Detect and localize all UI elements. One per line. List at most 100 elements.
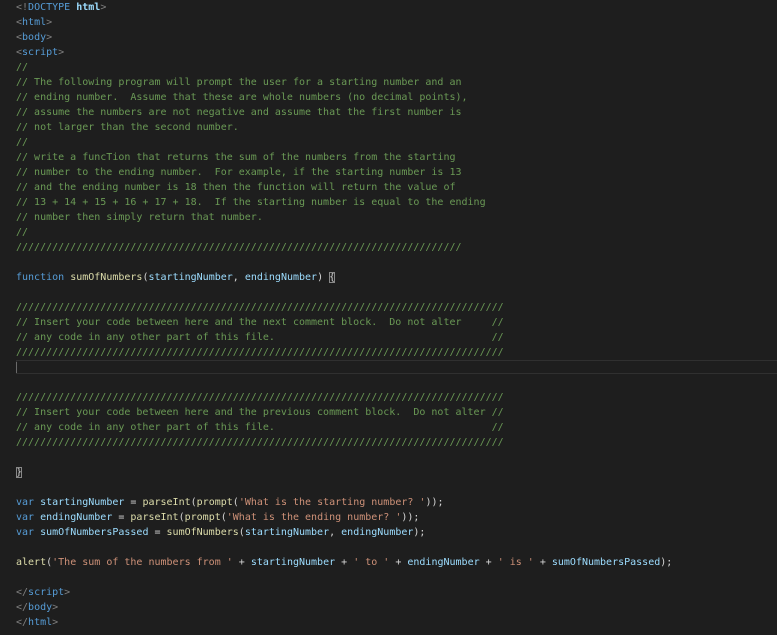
comment-token: // any code in any other part of this fi… [16,332,504,343]
code-line[interactable]: // [16,60,672,75]
comment-token: // any code in any other part of this fi… [16,422,504,433]
punctuation-token: </ [16,587,29,598]
code-line[interactable]: // 13 + 14 + 15 + 16 + 17 + 18. If the s… [16,195,672,210]
comment-token: // [16,227,29,238]
comment-token: ////////////////////////////////////////… [16,437,504,448]
code-token: ) [317,272,330,283]
punctuation-token: </ [16,617,29,628]
code-token: = [124,497,143,508]
variable-token: sumOfNumbersPassed [40,527,149,538]
code-line[interactable] [16,480,672,495]
code-line[interactable]: var sumOfNumbersPassed = sumOfNumbers(st… [16,525,672,540]
code-line[interactable]: </script> [16,585,672,600]
code-line[interactable]: <html> [16,15,672,30]
variable-token: startingNumber [148,272,233,283]
variable-token: endingNumber [341,527,414,538]
code-line[interactable]: // any code in any other part of this fi… [16,330,672,345]
code-line[interactable]: </body> [16,600,672,615]
comment-token: // Insert your code between here and the… [16,407,504,418]
code-token: + [479,557,498,568]
code-token: + [533,557,552,568]
code-line[interactable]: ////////////////////////////////////////… [16,240,672,255]
html-tag-token: html [22,17,47,28]
code-line[interactable]: <script> [16,45,672,60]
keyword-token: function [16,272,65,283]
comment-token: // [16,62,29,73]
html-tag-token: html [28,617,53,628]
code-token: = [112,512,131,523]
comment-token: // not larger than the second number. [16,122,239,133]
function-name-token: prompt [184,512,221,523]
keyword-token: var [16,497,35,508]
code-line[interactable]: // assume the numbers are not negative a… [16,105,672,120]
punctuation-token: > [52,617,59,628]
comment-token: // 13 + 14 + 15 + 16 + 17 + 18. If the s… [16,197,486,208]
code-line[interactable]: // any code in any other part of this fi… [16,420,672,435]
variable-token: startingNumber [250,557,336,568]
code-line[interactable]: alert('The sum of the numbers from ' + s… [16,555,672,570]
code-token: + [335,557,354,568]
code-line[interactable]: ////////////////////////////////////////… [16,390,672,405]
code-line[interactable]: ////////////////////////////////////////… [16,345,672,360]
code-line[interactable] [16,540,672,555]
comment-token: // The following program will prompt the… [16,77,462,88]
punctuation-token: > [46,17,53,28]
code-line[interactable]: // ending number. Assume that these are … [16,90,672,105]
code-line[interactable]: // Insert your code between here and the… [16,315,672,330]
doctype-keyword-token: DOCTYPE [28,2,71,13]
code-token: + [389,557,408,568]
code-token: , [232,272,245,283]
string-token: ' to ' [353,557,390,568]
variable-token: endingNumber [407,557,480,568]
variable-token: endingNumber [244,272,318,283]
code-line[interactable]: ////////////////////////////////////////… [16,300,672,315]
code-line[interactable]: <body> [16,30,672,45]
code-line[interactable]: // [16,225,672,240]
comment-token: // assume the numbers are not negative a… [16,107,462,118]
comment-token: // number to the ending number. For exam… [16,167,462,178]
string-token: 'The sum of the numbers from ' [52,557,233,568]
punctuation-token: > [100,2,107,13]
code-editor[interactable]: <!DOCTYPE html> <html> <body> <script> // // … [0,0,777,635]
function-name-token: parseInt [130,512,179,523]
comment-token: // Insert your code between here and the… [16,317,504,328]
punctuation-token: > [64,587,71,598]
code-line[interactable] [16,375,672,390]
code-line[interactable] [16,255,672,270]
code-token: = [148,527,167,538]
string-token: ' is ' [497,557,534,568]
code-line[interactable]: // The following program will prompt the… [16,75,672,90]
string-token: 'What is the ending number? ' [226,512,402,523]
code-token: ); [660,557,673,568]
code-line[interactable]: // number then simply return that number… [16,210,672,225]
code-line[interactable]: } [16,465,672,480]
function-name-token: alert [16,557,47,568]
code-line[interactable]: // not larger than the second number. [16,120,672,135]
code-line[interactable] [16,570,672,585]
code-line[interactable]: var endingNumber = parseInt(prompt('What… [16,510,672,525]
code-token: )); [425,497,444,508]
code-line[interactable]: var startingNumber = parseInt(prompt('Wh… [16,495,672,510]
keyword-token: var [16,512,35,523]
code-line[interactable]: ////////////////////////////////////////… [16,435,672,450]
code-line[interactable]: // write a funcTion that returns the sum… [16,150,672,165]
comment-token: ////////////////////////////////////////… [16,392,504,403]
code-line[interactable] [16,360,672,375]
comment-token: ////////////////////////////////////////… [16,302,504,313]
code-line[interactable]: // [16,135,672,150]
matching-brace-token: } [16,467,23,478]
code-line[interactable]: </html> [16,615,672,630]
punctuation-token: > [52,602,59,613]
function-name-token: parseInt [142,497,191,508]
code-line[interactable]: <!DOCTYPE html> [16,0,672,15]
comment-token: // write a funcTion that returns the sum… [16,152,456,163]
code-area[interactable]: <!DOCTYPE html> <html> <body> <script> // // … [16,0,672,630]
code-line[interactable]: // Insert your code between here and the… [16,405,672,420]
comment-token: // [16,137,29,148]
code-line[interactable]: // and the ending number is 18 then the … [16,180,672,195]
code-line[interactable] [16,285,672,300]
code-line[interactable] [16,450,672,465]
code-line[interactable]: function sumOfNumbers(startingNumber, en… [16,270,672,285]
code-line[interactable]: // number to the ending number. For exam… [16,165,672,180]
punctuation-token: > [58,47,65,58]
